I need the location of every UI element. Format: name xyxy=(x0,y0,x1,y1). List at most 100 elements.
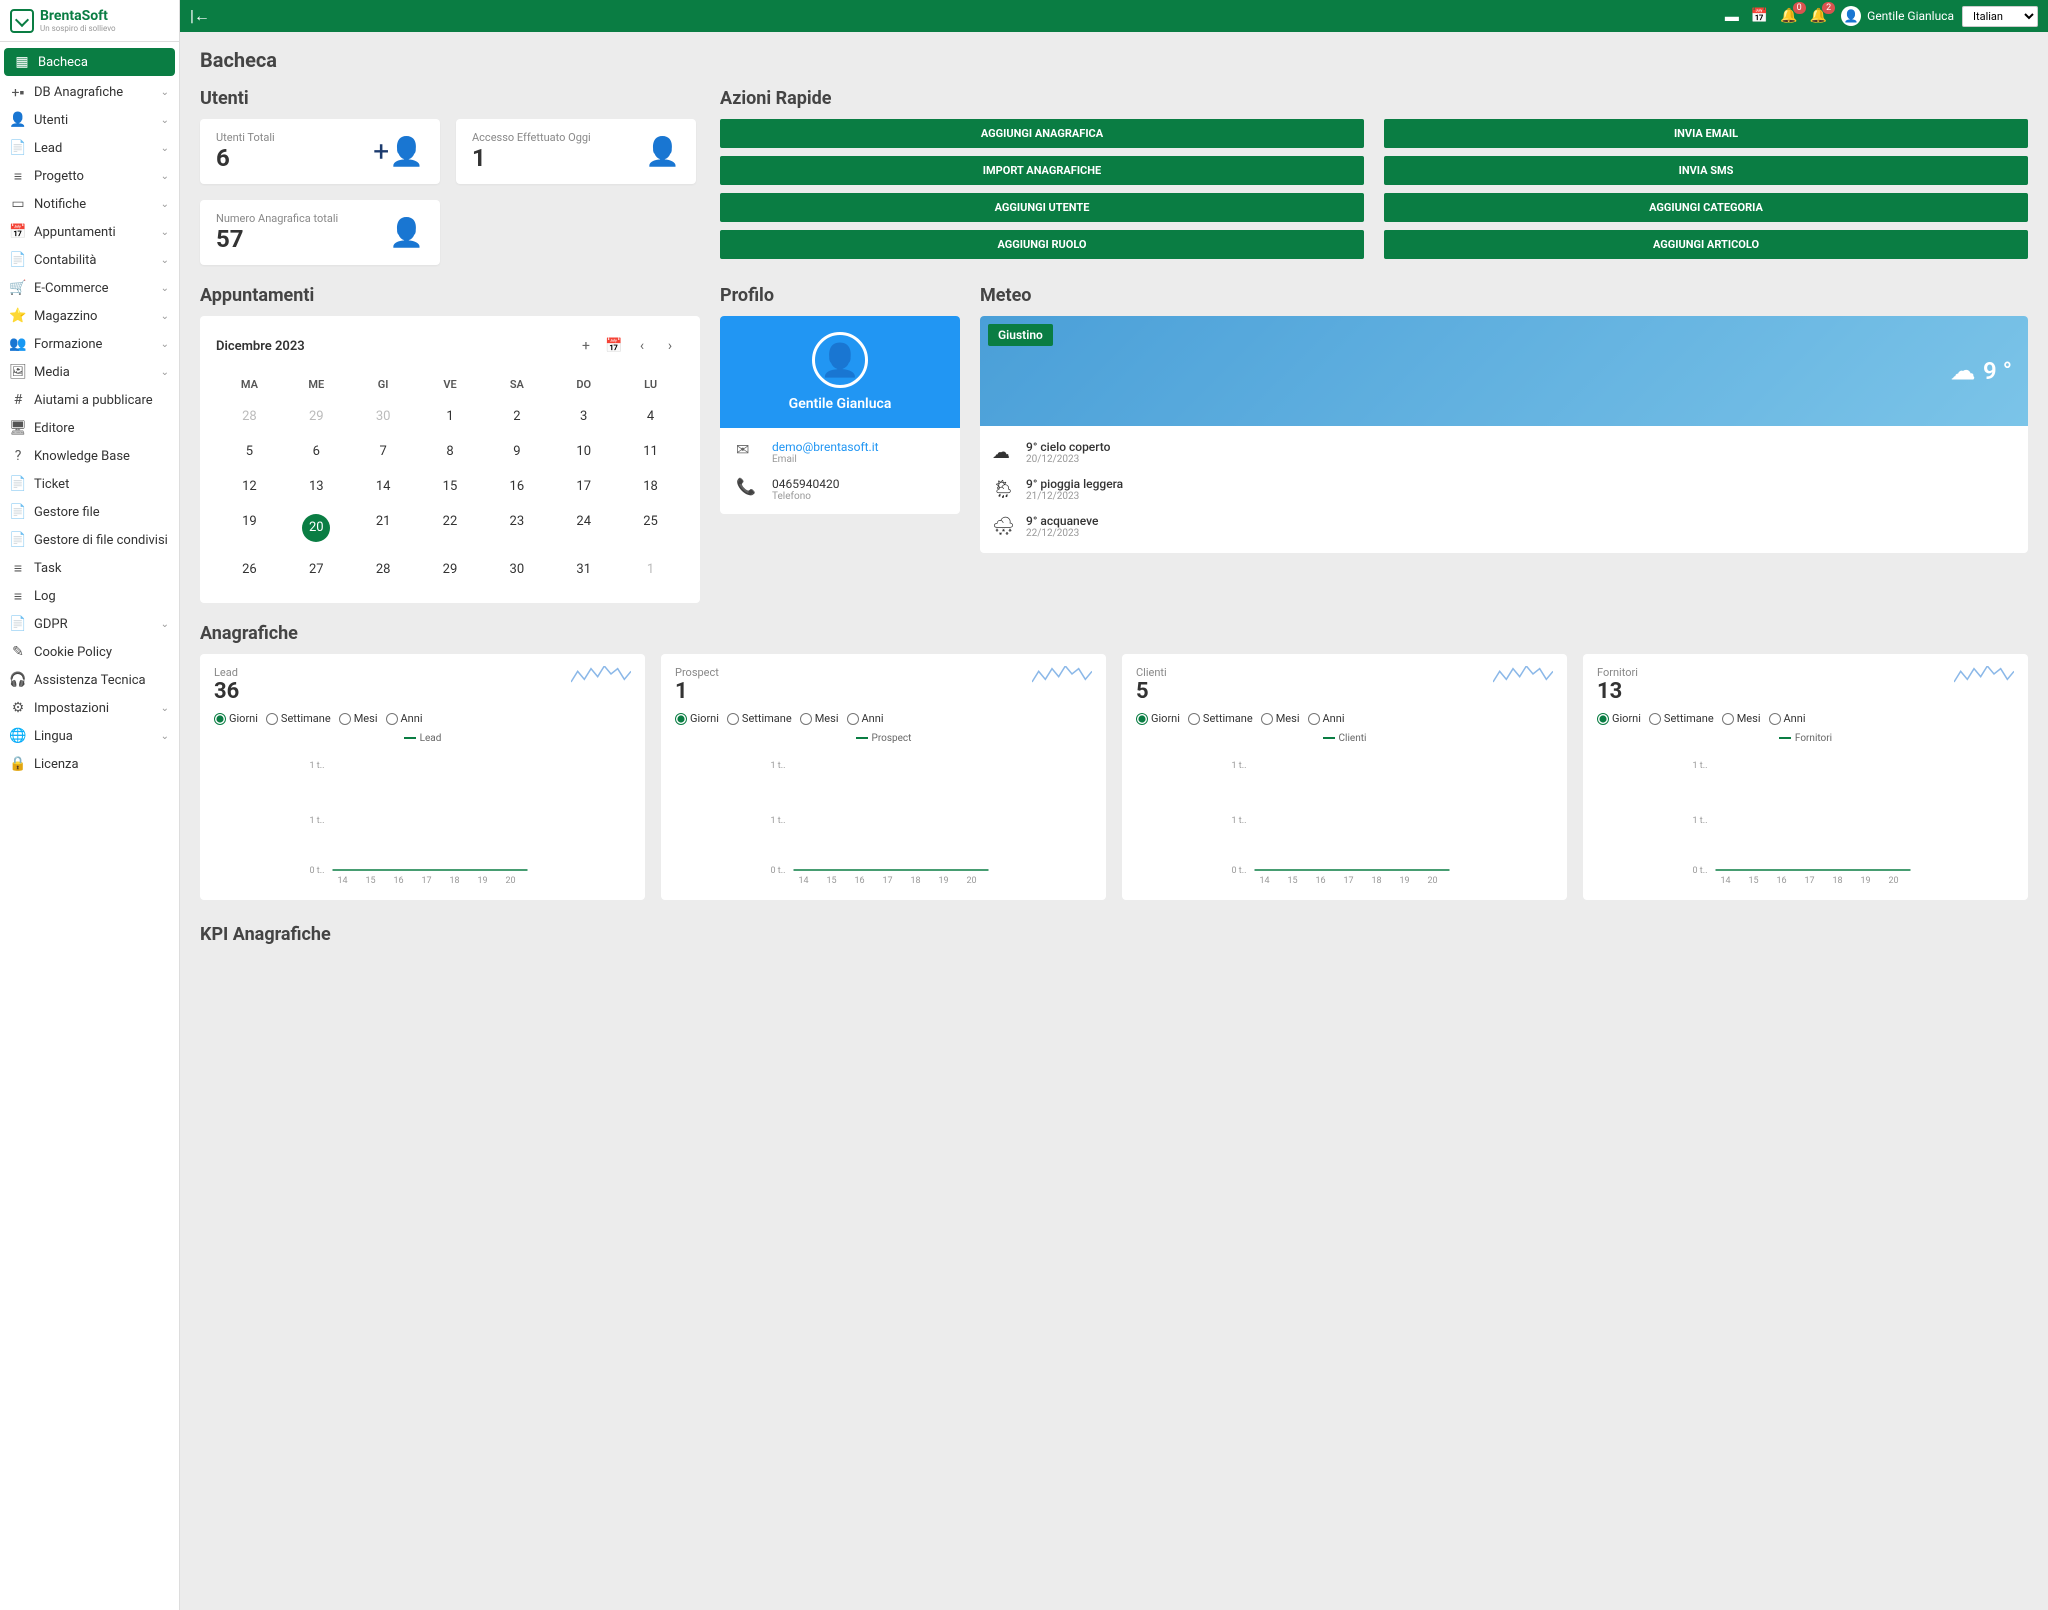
sidebar-item-lingua[interactable]: 🌐Lingua⌄ xyxy=(0,722,179,750)
calendar-day[interactable]: 2 xyxy=(483,399,550,434)
qa-button-import-anagrafiche[interactable]: IMPORT ANAGRAFICHE xyxy=(720,156,1364,185)
radio-giorni[interactable]: Giorni xyxy=(1136,712,1180,725)
sidebar-item-utenti[interactable]: 👤Utenti⌄ xyxy=(0,106,179,134)
qa-button-aggiungi-articolo[interactable]: AGGIUNGI ARTICOLO xyxy=(1384,230,2028,259)
bell-icon-2[interactable]: 🔔2 xyxy=(1810,8,1827,24)
brand-logo[interactable]: BrentaSoft Un sospiro di sollievo xyxy=(0,0,179,42)
radio-mesi[interactable]: Mesi xyxy=(1261,712,1300,725)
calendar-day[interactable]: 7 xyxy=(350,434,417,469)
radio-mesi[interactable]: Mesi xyxy=(339,712,378,725)
qa-button-aggiungi-utente[interactable]: AGGIUNGI UTENTE xyxy=(720,193,1364,222)
radio-giorni[interactable]: Giorni xyxy=(1597,712,1641,725)
chat-icon[interactable]: ▬ xyxy=(1725,8,1739,25)
calendar-day[interactable]: 1 xyxy=(617,552,684,587)
radio-anni[interactable]: Anni xyxy=(1769,712,1806,725)
sidebar-item-db-anagrafiche[interactable]: +▪DB Anagrafiche⌄ xyxy=(0,78,179,106)
sidebar-item-gestore-file[interactable]: 📄Gestore file xyxy=(0,498,179,526)
sidebar-item-appuntamenti[interactable]: 📅Appuntamenti⌄ xyxy=(0,218,179,246)
qa-button-aggiungi-anagrafica[interactable]: AGGIUNGI ANAGRAFICA xyxy=(720,119,1364,148)
calendar-day[interactable]: 3 xyxy=(550,399,617,434)
calendar-day[interactable]: 4 xyxy=(617,399,684,434)
sidebar-item-cookie-policy[interactable]: ✎Cookie Policy xyxy=(0,638,179,666)
sidebar-item-media[interactable]: 🖼Media⌄ xyxy=(0,358,179,386)
qa-button-invia-sms[interactable]: INVIA SMS xyxy=(1384,156,2028,185)
radio-settimane[interactable]: Settimane xyxy=(727,712,792,725)
calendar-day[interactable]: 1 xyxy=(417,399,484,434)
bell-icon-1[interactable]: 🔔0 xyxy=(1780,8,1797,24)
sidebar-item-log[interactable]: ≡Log xyxy=(0,582,179,610)
sidebar-item-magazzino[interactable]: ⭐Magazzino⌄ xyxy=(0,302,179,330)
calendar-day[interactable]: 20 xyxy=(283,504,350,552)
language-select[interactable]: Italian xyxy=(1962,6,2038,27)
calendar-day[interactable]: 6 xyxy=(283,434,350,469)
radio-giorni[interactable]: Giorni xyxy=(214,712,258,725)
chevron-down-icon: ⌄ xyxy=(161,171,169,182)
calendar-day[interactable]: 23 xyxy=(483,504,550,552)
radio-mesi[interactable]: Mesi xyxy=(800,712,839,725)
sidebar-item-lead[interactable]: 📄Lead⌄ xyxy=(0,134,179,162)
calendar-day[interactable]: 31 xyxy=(550,552,617,587)
radio-settimane[interactable]: Settimane xyxy=(266,712,331,725)
calendar-day[interactable]: 26 xyxy=(216,552,283,587)
calendar-day[interactable]: 19 xyxy=(216,504,283,552)
calendar-day[interactable]: 29 xyxy=(283,399,350,434)
qa-button-aggiungi-categoria[interactable]: AGGIUNGI CATEGORIA xyxy=(1384,193,2028,222)
calendar-day[interactable]: 11 xyxy=(617,434,684,469)
calendar-day[interactable]: 28 xyxy=(216,399,283,434)
radio-giorni[interactable]: Giorni xyxy=(675,712,719,725)
back-icon[interactable]: |← xyxy=(190,6,210,26)
sidebar-item-editore[interactable]: 🖥Editore xyxy=(0,414,179,442)
calendar-day[interactable]: 22 xyxy=(417,504,484,552)
calendar-day[interactable]: 12 xyxy=(216,469,283,504)
calendar-day[interactable]: 29 xyxy=(417,552,484,587)
calendar-day[interactable]: 21 xyxy=(350,504,417,552)
qa-button-invia-email[interactable]: INVIA EMAIL xyxy=(1384,119,2028,148)
qa-button-aggiungi-ruolo[interactable]: AGGIUNGI RUOLO xyxy=(720,230,1364,259)
radio-mesi[interactable]: Mesi xyxy=(1722,712,1761,725)
radio-settimane[interactable]: Settimane xyxy=(1649,712,1714,725)
sidebar-item-bacheca[interactable]: ▦Bacheca xyxy=(4,48,175,76)
calendar-day[interactable]: 14 xyxy=(350,469,417,504)
radio-anni[interactable]: Anni xyxy=(1308,712,1345,725)
calendar-day[interactable]: 24 xyxy=(550,504,617,552)
sidebar-item-formazione[interactable]: 👥Formazione⌄ xyxy=(0,330,179,358)
sidebar-item-impostazioni[interactable]: ⚙Impostazioni⌄ xyxy=(0,694,179,722)
sidebar-item-progetto[interactable]: ≡Progetto⌄ xyxy=(0,162,179,190)
sidebar-item-task[interactable]: ≡Task xyxy=(0,554,179,582)
calendar-day[interactable]: 10 xyxy=(550,434,617,469)
user-menu[interactable]: 👤 Gentile Gianluca xyxy=(1841,6,1954,26)
sidebar-item-e-commerce[interactable]: 🛒E-Commerce⌄ xyxy=(0,274,179,302)
radio-settimane[interactable]: Settimane xyxy=(1188,712,1253,725)
sidebar-item-gdpr[interactable]: 📄GDPR⌄ xyxy=(0,610,179,638)
radio-anni[interactable]: Anni xyxy=(847,712,884,725)
sidebar-item-notifiche[interactable]: ▭Notifiche⌄ xyxy=(0,190,179,218)
calendar-day[interactable]: 30 xyxy=(350,399,417,434)
radio-anni[interactable]: Anni xyxy=(386,712,423,725)
chevron-down-icon: ⌄ xyxy=(161,115,169,126)
calendar-icon[interactable]: 📅 xyxy=(1751,8,1768,24)
calendar-day[interactable]: 9 xyxy=(483,434,550,469)
calendar-day[interactable]: 15 xyxy=(417,469,484,504)
calendar-day[interactable]: 8 xyxy=(417,434,484,469)
profile-email[interactable]: demo@brentasoft.it xyxy=(772,440,879,454)
sidebar-item-gestore-di-file-condivisi[interactable]: 📄Gestore di file condivisi xyxy=(0,526,179,554)
sidebar-item-contabilità[interactable]: 📄Contabilità⌄ xyxy=(0,246,179,274)
sidebar-item-ticket[interactable]: 📄Ticket xyxy=(0,470,179,498)
calendar-today-icon[interactable]: 📅 xyxy=(600,332,628,360)
calendar-day[interactable]: 5 xyxy=(216,434,283,469)
calendar-day[interactable]: 25 xyxy=(617,504,684,552)
calendar-day[interactable]: 13 xyxy=(283,469,350,504)
sidebar-item-assistenza-tecnica[interactable]: 🎧Assistenza Tecnica xyxy=(0,666,179,694)
sidebar-item-knowledge-base[interactable]: ?Knowledge Base xyxy=(0,442,179,470)
calendar-day[interactable]: 30 xyxy=(483,552,550,587)
calendar-day[interactable]: 16 xyxy=(483,469,550,504)
calendar-prev-icon[interactable]: ‹ xyxy=(628,332,656,360)
sidebar-item-aiutami-a-pubblicare[interactable]: #Aiutami a pubblicare xyxy=(0,386,179,414)
calendar-next-icon[interactable]: › xyxy=(656,332,684,360)
calendar-day[interactable]: 17 xyxy=(550,469,617,504)
calendar-day[interactable]: 27 xyxy=(283,552,350,587)
calendar-add-icon[interactable]: + xyxy=(572,332,600,360)
sidebar-item-licenza[interactable]: 🔒Licenza xyxy=(0,750,179,778)
calendar-day[interactable]: 18 xyxy=(617,469,684,504)
calendar-day[interactable]: 28 xyxy=(350,552,417,587)
